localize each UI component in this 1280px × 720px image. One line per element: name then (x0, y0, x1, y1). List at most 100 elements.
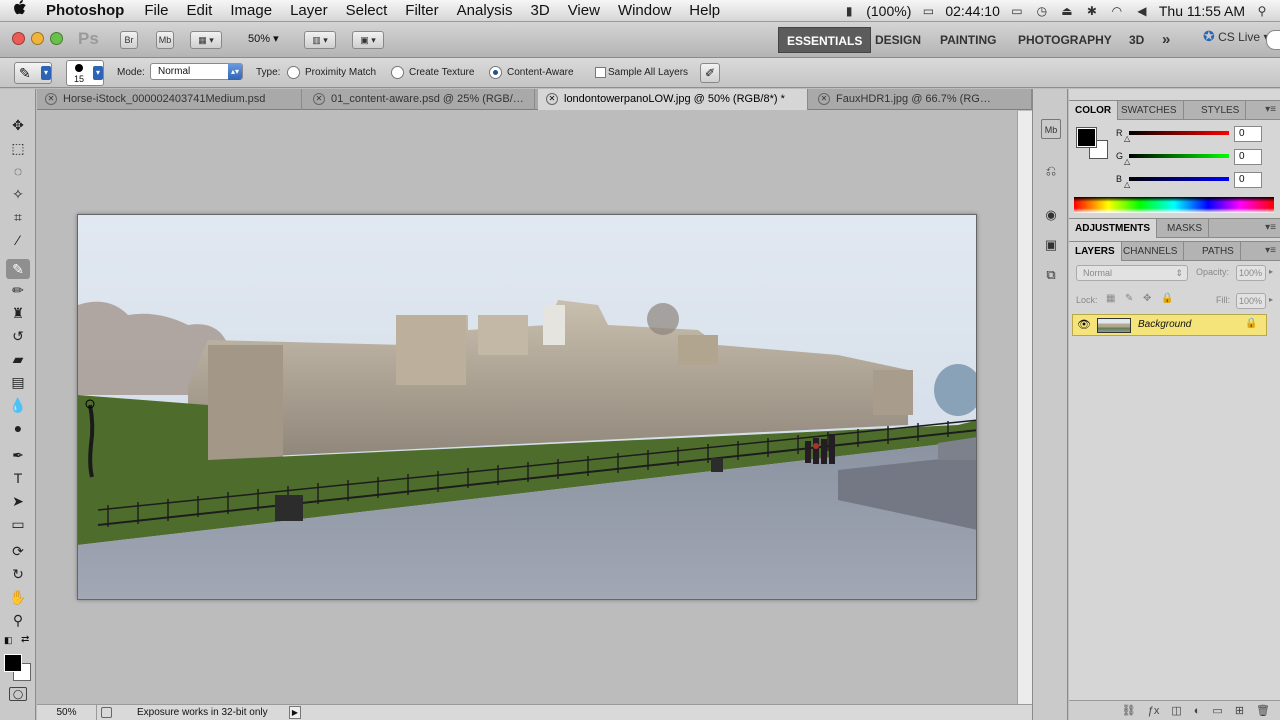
workspace-design[interactable]: DESIGN (875, 22, 921, 58)
quick-mask-icon[interactable]: ◯ (9, 687, 27, 701)
app-menu-photoshop[interactable]: Photoshop (40, 2, 135, 19)
menu-analysis[interactable]: Analysis (448, 2, 522, 19)
eyedropper-tool-icon[interactable]: ⁄ (6, 230, 30, 250)
lock-position-icon[interactable]: ✥ (1143, 293, 1151, 304)
cs-live-button[interactable]: ✪ CS Live ▾ (1203, 28, 1269, 45)
quick-selection-tool-icon[interactable]: ✧ (6, 184, 30, 204)
tab-styles[interactable]: STYLES (1195, 101, 1247, 120)
gradient-tool-icon[interactable]: ▤ (6, 372, 30, 392)
3d-orbit-tool-icon[interactable]: ↻ (6, 564, 30, 584)
battery-icon[interactable]: ▮ (841, 4, 857, 18)
eject-icon[interactable]: ⏏ (1059, 4, 1075, 18)
status-document-icon[interactable] (101, 707, 112, 718)
status-zoom-field[interactable]: 50% (37, 705, 97, 720)
menu-help[interactable]: Help (680, 2, 729, 19)
workspace-painting[interactable]: PAINTING (940, 22, 996, 58)
zoom-level-dropdown[interactable]: 50% ▾ (248, 32, 279, 45)
tab-masks[interactable]: MASKS (1161, 219, 1210, 238)
close-tab-icon[interactable]: ✕ (313, 93, 325, 106)
apple-menu-icon[interactable] (0, 0, 40, 21)
workspace-3d[interactable]: 3D (1129, 22, 1144, 58)
close-window-button[interactable] (12, 32, 25, 45)
close-tab-icon[interactable]: ✕ (818, 93, 830, 106)
channel-r-handle-icon[interactable]: △ (1124, 134, 1130, 143)
view-extras-dropdown[interactable]: ▦ ▾ (190, 31, 222, 49)
close-tab-icon[interactable]: ✕ (546, 93, 558, 106)
tab-content-aware-psd[interactable]: ✕ 01_content-aware.psd @ 25% (RGB/… (305, 89, 535, 110)
search-field[interactable] (1266, 30, 1280, 50)
document-canvas[interactable] (37, 111, 1017, 704)
tool-preset-picker[interactable]: ✎ ▾ (14, 62, 52, 84)
layers-panel-menu-icon[interactable]: ▾≡ (1265, 245, 1276, 256)
tab-layers[interactable]: LAYERS (1069, 242, 1122, 261)
history-brush-tool-icon[interactable]: ↺ (6, 326, 30, 346)
display-icon[interactable]: ▭ (1009, 4, 1025, 18)
menubar-clock[interactable]: Thu 11:55 AM (1159, 3, 1245, 19)
arrange-documents-dropdown[interactable]: ▥ ▾ (304, 31, 336, 49)
tab-fauxhdr[interactable]: ✕ FauxHDR1.jpg @ 66.7% (RG… (810, 89, 1032, 110)
lasso-tool-icon[interactable]: ◌ (6, 161, 30, 181)
opacity-arrow-icon[interactable]: ▸ (1269, 267, 1273, 276)
foreground-color-swatch[interactable] (4, 654, 22, 672)
hand-tool-icon[interactable]: ✋ (6, 587, 30, 607)
swap-colors-icon[interactable]: ⇄ (21, 634, 29, 645)
channel-g-value[interactable]: 0 (1234, 149, 1262, 165)
add-layer-mask-icon[interactable]: ◫ (1171, 704, 1181, 717)
vertical-scrollbar[interactable] (1017, 111, 1032, 704)
layer-name[interactable]: Background (1138, 319, 1191, 330)
tab-londontowerpano[interactable]: ✕ londontowerpanoLOW.jpg @ 50% (RGB/8*) * (538, 89, 808, 110)
new-layer-icon[interactable]: ⊞ (1235, 704, 1244, 717)
tab-horse-istock[interactable]: ✕ Horse-iStock_000002403741Medium.psd (37, 89, 302, 110)
menu-layer[interactable]: Layer (281, 2, 337, 19)
move-tool-icon[interactable]: ✥ (6, 115, 30, 135)
rectangular-marquee-tool-icon[interactable]: ⬚ (6, 138, 30, 158)
tab-channels[interactable]: CHANNELS (1117, 242, 1185, 261)
layer-row-background[interactable]: 👁 Background 🔒 (1072, 314, 1267, 336)
sample-all-layers-checkbox[interactable] (595, 67, 606, 78)
clone-stamp-tool-icon[interactable]: ♜ (6, 303, 30, 323)
workspace-photography[interactable]: PHOTOGRAPHY (1018, 22, 1112, 58)
new-adjustment-layer-icon[interactable]: ◐ (1194, 705, 1201, 717)
minibridge-panel-icon[interactable]: Mb (1041, 119, 1061, 139)
bluetooth-icon[interactable]: ✱ (1084, 4, 1100, 18)
proximity-match-label[interactable]: Proximity Match (305, 67, 376, 78)
channel-r-value[interactable]: 0 (1234, 126, 1262, 142)
color-fg-swatch[interactable] (1076, 127, 1097, 148)
color-panel-menu-icon[interactable]: ▾≡ (1265, 104, 1276, 115)
layer-visibility-eye-icon[interactable]: 👁 (1077, 318, 1091, 331)
menu-view[interactable]: View (559, 2, 609, 19)
spot-healing-brush-tool-icon[interactable]: ✎ (6, 259, 30, 279)
menu-edit[interactable]: Edit (178, 2, 222, 19)
workspace-essentials[interactable]: ESSENTIALS (778, 27, 872, 53)
dodge-tool-icon[interactable]: ● (6, 418, 30, 438)
zoom-tool-icon[interactable]: ⚲ (6, 610, 30, 630)
timer-readout[interactable]: 02:44:10 (945, 3, 1000, 19)
menu-file[interactable]: File (135, 2, 177, 19)
pen-tool-icon[interactable]: ✒ (6, 445, 30, 465)
channel-b-handle-icon[interactable]: △ (1124, 180, 1130, 189)
opacity-field[interactable]: 100% (1236, 265, 1266, 281)
more-workspaces-chevron-icon[interactable]: » (1162, 22, 1170, 58)
layer-blend-mode-select[interactable]: Normal ⇕ (1076, 265, 1188, 281)
content-aware-radio[interactable] (489, 66, 502, 79)
close-tab-icon[interactable]: ✕ (45, 93, 57, 106)
fill-field[interactable]: 100% (1236, 293, 1266, 309)
screen-mode-dropdown[interactable]: ▣ ▾ (352, 31, 384, 49)
channel-r-slider[interactable] (1129, 131, 1229, 135)
wifi-icon[interactable]: ◠ (1109, 4, 1125, 18)
channel-b-slider[interactable] (1129, 177, 1229, 181)
sample-all-layers-label[interactable]: Sample All Layers (608, 67, 688, 78)
tab-adjustments[interactable]: ADJUSTMENTS (1069, 219, 1158, 238)
pressure-brush-icon[interactable]: ✐ (700, 63, 720, 83)
timer-icon[interactable]: ▭ (920, 4, 936, 18)
battery-percent[interactable]: (100%) (866, 3, 911, 19)
path-selection-tool-icon[interactable]: ➤ (6, 491, 30, 511)
link-layers-icon[interactable]: ⛓ (1122, 704, 1136, 717)
brush-picker[interactable]: 15 ▾ (66, 60, 104, 86)
layer-style-fx-icon[interactable]: ƒx (1148, 705, 1160, 717)
menu-filter[interactable]: Filter (396, 2, 447, 19)
menu-window[interactable]: Window (609, 2, 680, 19)
channel-g-handle-icon[interactable]: △ (1124, 157, 1130, 166)
proximity-match-radio[interactable] (287, 66, 300, 79)
content-aware-label[interactable]: Content-Aware (507, 67, 574, 78)
